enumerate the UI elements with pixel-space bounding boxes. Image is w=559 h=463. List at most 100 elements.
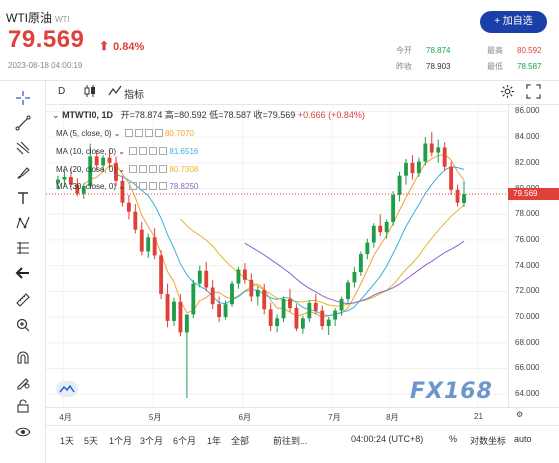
candle — [126, 194, 131, 220]
candle-body — [268, 309, 273, 327]
range-6m[interactable]: 6个月 — [173, 434, 196, 447]
lock-icon[interactable] — [12, 397, 34, 415]
goto-date-button[interactable]: 前往到... — [273, 434, 308, 447]
crosshair-icon[interactable] — [12, 89, 34, 107]
range-1m[interactable]: 1个月 — [109, 434, 132, 447]
candle-body — [449, 166, 454, 190]
candle-body — [133, 211, 138, 230]
candle-type-icon[interactable] — [84, 84, 96, 101]
log-scale-toggle[interactable]: 对数坐标 — [470, 434, 506, 447]
stats-col-2: 最高 80.592 最低 78.587 — [487, 43, 541, 75]
magnet-icon[interactable] — [12, 349, 34, 367]
candle-body — [178, 301, 183, 333]
up-arrow-icon: ⬆ — [99, 39, 110, 53]
candle — [236, 266, 241, 289]
candle-body — [281, 299, 286, 319]
candle — [165, 283, 170, 328]
zoom-in-icon[interactable] — [12, 316, 34, 334]
time-tick-label: 21 — [474, 412, 483, 421]
ma10-legend[interactable]: MA (10, close, 0) ⌄ 81.6516 — [56, 147, 198, 156]
arrow-left-icon[interactable] — [12, 264, 34, 282]
time-tick-label: 6月 — [238, 413, 251, 422]
brush-icon[interactable] — [12, 164, 34, 182]
range-5d[interactable]: 5天 — [84, 434, 98, 447]
pattern-icon[interactable] — [12, 214, 34, 232]
price-tick-label: 78.000 — [515, 209, 540, 219]
add-watchlist-button[interactable]: + 加自选 — [480, 11, 547, 33]
indicators-button[interactable]: 指标 — [124, 86, 144, 101]
ma5-legend[interactable]: MA (5, close, 0) ⌄ 80.7070 — [56, 129, 194, 138]
collapse-chevron-icon[interactable]: ⌄ — [52, 110, 60, 120]
eye-icon[interactable] — [12, 423, 34, 441]
settings-gear-icon[interactable] — [500, 84, 515, 102]
candle-body — [326, 319, 331, 327]
price-axis[interactable]: 86.00084.00082.00080.00078.00076.00074.0… — [508, 105, 559, 407]
trendline-icon[interactable] — [12, 114, 34, 132]
chart-widget: D 指标 FX168 ⌄ MTWTI0, 1D 开=78.874 高=80.59… — [0, 80, 559, 463]
candle-body — [462, 194, 466, 204]
low-value: 78.587 — [517, 62, 542, 71]
price-tick-label: 74.000 — [515, 260, 540, 270]
price-tick-label: 76.000 — [515, 234, 540, 244]
candle — [120, 175, 125, 207]
candle-body — [391, 194, 396, 222]
ma10-label: MA (10, close, 0) — [56, 147, 117, 156]
legend-close: 收=79.569 — [253, 110, 296, 120]
candle-body — [217, 304, 222, 318]
quote-timestamp: 2023-08-18 04:00:19 — [8, 61, 83, 70]
range-3m[interactable]: 3个月 — [140, 434, 163, 447]
candle — [378, 214, 383, 237]
price-tick-label: 84.000 — [515, 132, 540, 142]
candle-body — [416, 161, 421, 174]
ma20-legend[interactable]: MA (20, close, 0) ⌄ 80.7308 — [56, 165, 198, 174]
candle — [436, 139, 441, 163]
fullscreen-icon[interactable] — [526, 84, 541, 102]
price-tick-label: 72.000 — [515, 286, 540, 296]
range-1y[interactable]: 1年 — [207, 434, 221, 447]
candle-body — [230, 283, 234, 305]
indicators-icon[interactable] — [108, 85, 122, 100]
lock-drawing-icon[interactable] — [12, 373, 34, 391]
time-axis[interactable]: ⚙ 4月 5月 6月 7月 8月 21 — [46, 407, 559, 425]
candle-body — [107, 157, 112, 163]
fx168-watermark: FX168 — [410, 379, 493, 404]
ruler-icon[interactable] — [12, 291, 34, 309]
prediction-icon[interactable] — [12, 239, 34, 257]
candle-body — [429, 143, 434, 153]
tradingview-logo[interactable] — [56, 381, 78, 397]
candle-body — [436, 147, 441, 153]
range-1d[interactable]: 1天 — [60, 434, 74, 447]
candle — [358, 251, 363, 276]
price-tick-label: 86.000 — [515, 106, 540, 116]
candle — [133, 203, 138, 234]
chart-toolbar: D 指标 — [46, 81, 559, 105]
time-tick-label: 7月 — [328, 413, 341, 422]
text-tool-icon[interactable] — [12, 189, 34, 207]
range-all[interactable]: 全部 — [231, 434, 249, 447]
auto-scale-toggle[interactable]: auto — [514, 434, 532, 444]
fib-icon[interactable] — [12, 139, 34, 157]
ma30-legend[interactable]: MA (30, close, 0) ⌄ 78.8250 — [56, 182, 198, 191]
candle — [204, 261, 209, 292]
candle-body — [339, 299, 344, 311]
candle-body — [378, 225, 383, 233]
legend-symbol: MTWTI0, 1D — [62, 110, 114, 120]
ma20-value: 80.7308 — [169, 165, 199, 174]
candle — [384, 219, 389, 239]
open-value: 78.874 — [426, 46, 451, 55]
time-tick-label: 8月 — [386, 413, 399, 422]
candle — [178, 293, 183, 337]
axis-settings-gear-icon[interactable]: ⚙ — [516, 410, 523, 419]
percent-toggle[interactable]: % — [449, 434, 457, 444]
candle-body — [294, 308, 299, 329]
open-label: 今开 — [396, 46, 412, 55]
interval-button[interactable]: D — [58, 86, 65, 97]
candle-body — [204, 270, 209, 288]
ma10-value: 81.6516 — [169, 147, 199, 156]
candle-body — [255, 290, 260, 297]
current-price-tag: 79.569 — [508, 188, 559, 201]
candle-body — [404, 162, 408, 176]
candle-body — [313, 302, 318, 311]
candle — [146, 233, 151, 258]
ma20-label: MA (20, close, 0) — [56, 165, 117, 174]
